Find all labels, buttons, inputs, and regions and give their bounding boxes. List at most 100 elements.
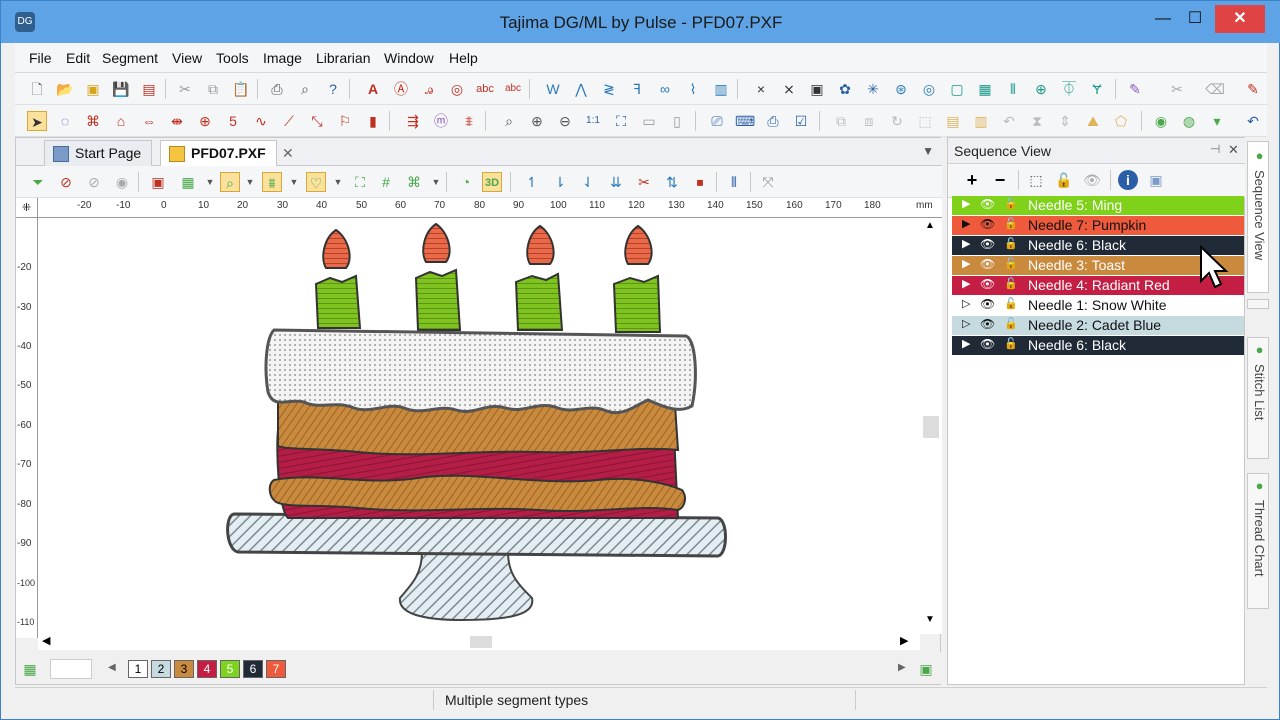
zoom-in-icon[interactable]: ⊕ [527, 111, 547, 131]
columns-icon[interactable]: ⦀ [724, 172, 744, 192]
horizontal-scroll-thumb[interactable] [470, 636, 492, 648]
filter-icon[interactable]: ⏷ [28, 172, 48, 192]
tag-icon[interactable]: ⬠ [1111, 111, 1131, 131]
expand-icon[interactable]: ▶ [962, 277, 970, 290]
close-button[interactable]: ✕ [1215, 5, 1265, 33]
menu-librarian[interactable]: Librarian [316, 50, 370, 66]
pin-icon[interactable]: ⊣ [1210, 142, 1220, 156]
color-input[interactable] [50, 659, 92, 679]
needle-row-pumpkin[interactable]: ▶ 👁 🔓 Needle 7: Pumpkin [952, 216, 1244, 235]
cross-pattern-icon[interactable]: ⨯ [779, 79, 799, 99]
magnifier-icon[interactable]: ⌕ [220, 172, 240, 192]
image-icon[interactable]: ▣ [1146, 170, 1166, 190]
color-chip-2[interactable]: 2 [151, 660, 171, 678]
help-icon[interactable]: ? [323, 79, 343, 99]
menu-segment[interactable]: Segment [102, 50, 158, 66]
bead-icon[interactable]: ⏁ [1059, 79, 1079, 99]
paste-icon[interactable]: 📋 [231, 79, 251, 99]
3d-view-icon[interactable]: 3D [482, 172, 502, 192]
design-canvas[interactable] [38, 218, 920, 634]
dropdown-arrow-icon[interactable]: ▼ [328, 172, 348, 192]
machine-icon[interactable]: ⎚ [707, 111, 727, 131]
clock-icon[interactable]: ◔ [456, 172, 476, 192]
remove-icon[interactable]: − [990, 170, 1010, 190]
knife-icon[interactable]: ⟋ [279, 111, 299, 131]
zoom-icon[interactable]: ⌕ [499, 111, 519, 131]
color-chip-7[interactable]: 7 [266, 660, 286, 678]
candle[interactable] [314, 228, 362, 329]
eye-icon[interactable]: 👁 [980, 337, 995, 351]
expand-icon[interactable]: ▶ [962, 197, 970, 210]
print-preview-icon[interactable]: ⌕ [295, 79, 315, 99]
expand-icon[interactable]: ▶ [962, 337, 970, 350]
warp-icon[interactable]: ∿ [251, 111, 271, 131]
tab-pfd07[interactable]: PFD07.PXF ✕ [160, 140, 294, 166]
bucket-icon[interactable]: ▾ [1207, 111, 1227, 131]
lettering-abc-icon[interactable]: abc [475, 79, 495, 99]
candle[interactable] [612, 224, 662, 333]
stitch-icon[interactable]: ⩨ [459, 111, 479, 131]
stop-icon[interactable]: ⏹ [690, 172, 710, 192]
dropdown-arrow-icon[interactable]: ▼ [240, 172, 260, 192]
needle-icon[interactable]: ✎ [1243, 79, 1263, 99]
cake-embroidery-design[interactable] [38, 218, 920, 634]
send-icon[interactable]: ⎙ [763, 111, 783, 131]
disabled-tool-icon[interactable]: ⤧ [758, 172, 778, 192]
color-chip-6[interactable]: 6 [243, 660, 263, 678]
realistic-view-icon[interactable]: ◍ [1179, 111, 1199, 131]
menu-file[interactable]: File [29, 50, 52, 66]
color-chip-5[interactable]: 5 [220, 660, 240, 678]
keyboard-icon[interactable]: ⌨ [735, 111, 755, 131]
eye-icon[interactable]: 👁 [980, 317, 995, 331]
lettering-icon[interactable]: A [363, 79, 383, 99]
monitor-icon[interactable]: ▭ [639, 111, 659, 131]
reshape-icon[interactable]: ⌘ [83, 111, 103, 131]
distribute-icon[interactable]: ⇕ [1055, 111, 1075, 131]
candle[interactable] [414, 222, 462, 331]
lettering-circle-icon[interactable]: ◎ [447, 79, 467, 99]
scroll-right-icon[interactable]: ▶ [900, 634, 908, 647]
split-icon[interactable]: ⤡ [307, 111, 327, 131]
lock-icon[interactable]: 🔓 [1004, 257, 1018, 270]
scroll-down-icon[interactable]: ▼ [925, 614, 935, 625]
palette-icon[interactable]: ▦ [20, 659, 40, 679]
candle[interactable] [514, 224, 564, 331]
lock-icon[interactable]: 🔓 [1004, 217, 1018, 230]
group-icon[interactable]: ⧉ [831, 111, 851, 131]
fit-icon[interactable]: ⛶ [611, 111, 631, 131]
undo-icon[interactable]: ↶ [1243, 111, 1263, 131]
panel-close-icon[interactable]: ✕ [1228, 142, 1239, 158]
frame-icon[interactable]: ▣ [807, 79, 827, 99]
menu-view[interactable]: View [172, 50, 202, 66]
chenille-icon[interactable]: ⊕ [1031, 79, 1051, 99]
zigzag-icon[interactable]: ⌇ [683, 79, 703, 99]
dropdown-arrow-icon[interactable]: ▼ [200, 172, 220, 192]
lock-icon[interactable]: 🔓 [1004, 277, 1018, 290]
filter-remove-icon[interactable]: ⊘ [56, 172, 76, 192]
curve-icon[interactable]: ꟻ [627, 79, 647, 99]
ungroup-icon[interactable]: ⧈ [859, 111, 879, 131]
mirror-icon[interactable]: ⇔ [139, 111, 159, 131]
menu-tools[interactable]: Tools [216, 50, 249, 66]
expand-icon[interactable]: ▶ [962, 237, 970, 250]
lettering-arc-icon[interactable]: ꭿ [419, 79, 439, 99]
save-as-icon[interactable]: ▤ [139, 79, 159, 99]
sequin-icon[interactable]: ✿ [835, 79, 855, 99]
needle-row-snow-white[interactable]: ▷ 👁 🔓 Needle 1: Snow White [952, 296, 1244, 315]
align-icon[interactable]: ⬚ [915, 111, 935, 131]
select-arrow-icon[interactable]: ➤ [27, 111, 47, 131]
print-icon[interactable]: ⎙ [267, 79, 287, 99]
eye-toggle-icon[interactable]: 👁 [1082, 170, 1102, 190]
hoop-icon[interactable]: ⛶ [350, 172, 370, 192]
lock-toggle-icon[interactable]: 🔓 [1054, 170, 1074, 190]
cycle-icon[interactable]: ↻ [887, 111, 907, 131]
dropdown-arrow-icon[interactable]: ▼ [426, 172, 446, 192]
lock-icon[interactable]: 🔓 [1004, 237, 1018, 250]
step-1000-icon[interactable]: ⇊ [606, 172, 626, 192]
color-chip-3[interactable]: 3 [174, 660, 194, 678]
weld-icon[interactable]: ⚐ [335, 111, 355, 131]
cut-jump-icon[interactable]: ✂ [634, 172, 654, 192]
cake-stand-base[interactable] [398, 551, 534, 622]
lock-icon[interactable]: 🔓 [1004, 197, 1018, 210]
step-10-icon[interactable]: ⇂ [550, 172, 570, 192]
